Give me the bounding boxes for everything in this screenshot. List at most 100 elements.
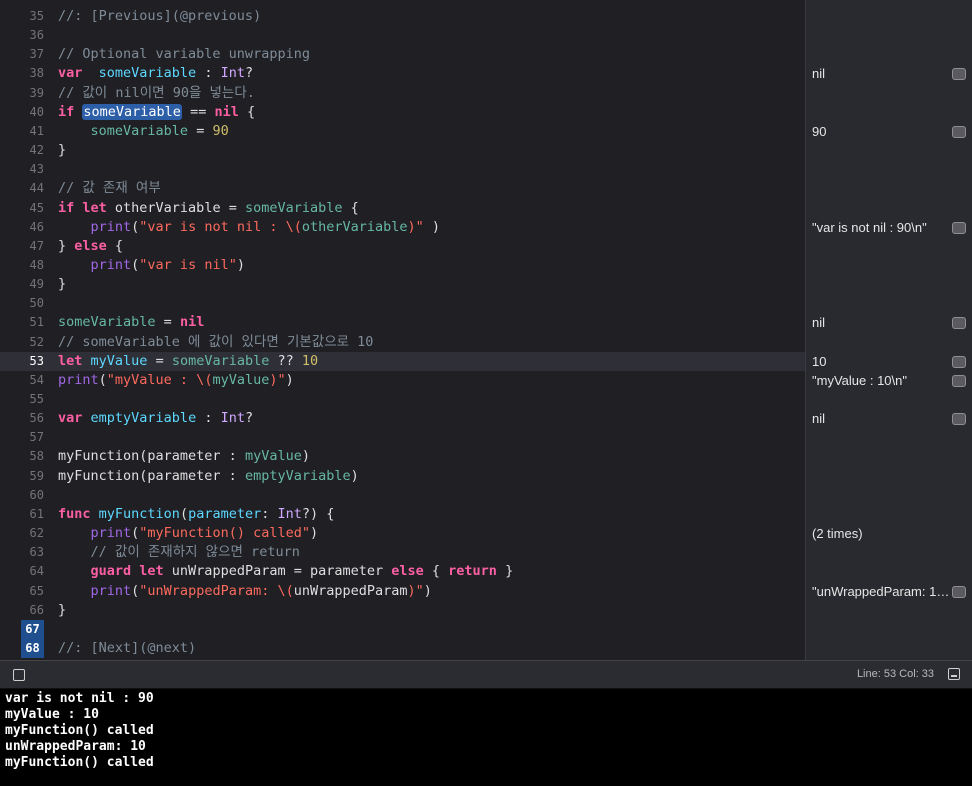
code-line[interactable]: 57 [0,428,805,447]
code-line[interactable]: 61 func myFunction(parameter: Int?) { [0,505,805,524]
line-number[interactable]: 35 [0,7,44,26]
code-line[interactable]: 44 // 값 존재 여부 [0,179,805,198]
code-line[interactable]: 42} [0,141,805,160]
code-token: nil [214,103,239,120]
console-output[interactable]: var is not nil : 90 myValue : 10 myFunctio… [0,689,972,786]
line-number[interactable]: 55 [0,390,44,409]
code-line[interactable]: 67 [0,619,805,639]
code-token: )" [407,218,424,235]
line-number[interactable]: 44 [0,179,44,198]
toggle-console-icon[interactable] [13,669,25,681]
line-number[interactable]: 43 [0,160,44,179]
line-number[interactable]: 37 [0,45,44,64]
quick-look-icon[interactable] [952,585,966,598]
line-number[interactable]: 68 [21,638,44,658]
code-line[interactable]: 52 // someVariable 에 값이 있다면 기본값으로 10 [0,333,805,352]
code-line[interactable]: 37 // Optional variable unwrapping [0,45,805,64]
line-number[interactable]: 41 [0,122,44,141]
code-token: : [261,505,278,522]
code-line[interactable]: 50 [0,294,805,313]
line-number[interactable]: 57 [0,428,44,447]
code-line[interactable]: 68 //: [Next](@next) [0,638,805,658]
code-line[interactable]: 51 someVariable = nil [0,313,805,332]
result-value: (2 times) [812,526,863,542]
quick-look-icon[interactable] [952,413,966,426]
line-number[interactable]: 65 [0,582,44,601]
code-line[interactable]: 55 [0,390,805,409]
code-text: } [58,601,66,620]
quick-look-icon[interactable] [952,355,966,368]
line-number[interactable]: 56 [0,409,44,428]
code-token: someVariable [98,65,197,82]
code-token: myValue [212,371,270,388]
code-line[interactable]: 43 [0,160,805,179]
line-number[interactable]: 51 [0,313,44,332]
line-number[interactable]: 45 [0,199,44,218]
code-line[interactable]: 66} [0,601,805,620]
code-token: ? [244,65,254,82]
code-line[interactable]: 45 if let otherVariable = someVariable { [0,199,805,218]
line-number[interactable]: 64 [0,562,44,581]
quick-look-icon[interactable] [952,221,966,234]
code-editor[interactable]: 35 //: [Previous](@previous) 36 37 // Option… [0,0,805,660]
code-line[interactable]: 58 myFunction(parameter : myValue) [0,447,805,466]
line-number[interactable]: 59 [0,467,44,486]
line-number[interactable]: 38 [0,64,44,83]
code-line[interactable]: 38 var someVariable : Int? [0,64,805,83]
line-number[interactable]: 54 [0,371,44,390]
line-number[interactable]: 36 [0,26,44,45]
code-line[interactable]: 46 print("var is not nil : \(otherVariab… [0,218,805,237]
code-line[interactable]: 36 [0,26,805,45]
code-line[interactable]: 62 print("myFunction() called") [0,524,805,543]
code-line[interactable]: 39 // 값이 nil이면 90을 넣는다. [0,84,805,103]
line-number[interactable]: 62 [0,524,44,543]
code-token: )" [407,582,424,599]
code-line[interactable]: 56 var emptyVariable : Int? [0,409,805,428]
code-line[interactable]: 35 //: [Previous](@previous) [0,7,805,26]
code-token: = [147,352,172,369]
code-line[interactable]: 49} [0,275,805,294]
line-number[interactable]: 42 [0,141,44,160]
line-number[interactable]: 46 [0,218,44,237]
code-line[interactable]: 41 someVariable = 90 [0,122,805,141]
code-line[interactable]: 48 print("var is nil") [0,256,805,275]
quick-look-icon[interactable] [952,125,966,138]
line-number[interactable]: 50 [0,294,44,313]
code-line[interactable]: 65 print("unWrappedParam: \(unWrappedPar… [0,582,805,601]
code-token: //: [Previous](@previous) [58,8,262,24]
line-number[interactable]: 53 [0,352,44,371]
quick-look-icon[interactable] [952,317,966,330]
line-number[interactable]: 40 [0,103,44,122]
debug-panel-icon[interactable] [948,668,960,680]
code-line[interactable]: 63 // 값이 존재하지 않으면 return [0,543,805,562]
line-number[interactable]: 67 [21,619,44,639]
line-number[interactable]: 61 [0,505,44,524]
result-value: "myValue : 10\n" [812,372,907,388]
quick-look-icon[interactable] [952,374,966,387]
cursor-position: Line: 53 Col: 33 [856,668,934,680]
line-number[interactable]: 66 [0,601,44,620]
line-number[interactable]: 52 [0,333,44,352]
code-line[interactable]: 40 if someVariable == nil { [0,103,805,122]
code-token: } [58,276,67,293]
quick-look-icon[interactable] [952,68,966,81]
code-token: "var is nil" [139,256,237,273]
code-text: // 값 존재 여부 [58,179,161,198]
line-number[interactable]: 48 [0,256,44,275]
code-token: Int [220,65,245,82]
code-line[interactable]: 53 let myValue = someVariable ?? 10 [0,351,805,371]
code-line[interactable]: 59 myFunction(parameter : emptyVariable) [0,467,805,486]
code-line[interactable]: 60 [0,486,805,505]
line-number[interactable]: 39 [0,84,44,103]
line-number[interactable]: 63 [0,543,44,562]
line-number[interactable]: 60 [0,486,44,505]
code-line[interactable]: 54 print("myValue : \(myValue)") [0,371,805,390]
line-number[interactable]: 47 [0,237,44,256]
line-number[interactable]: 49 [0,275,44,294]
console-line: unWrappedParam: 10 [5,739,146,754]
code-line[interactable]: 64 guard let unWrappedParam = parameter … [0,562,805,581]
code-line[interactable]: 47} else { [0,237,805,256]
line-number[interactable]: 58 [0,447,44,466]
